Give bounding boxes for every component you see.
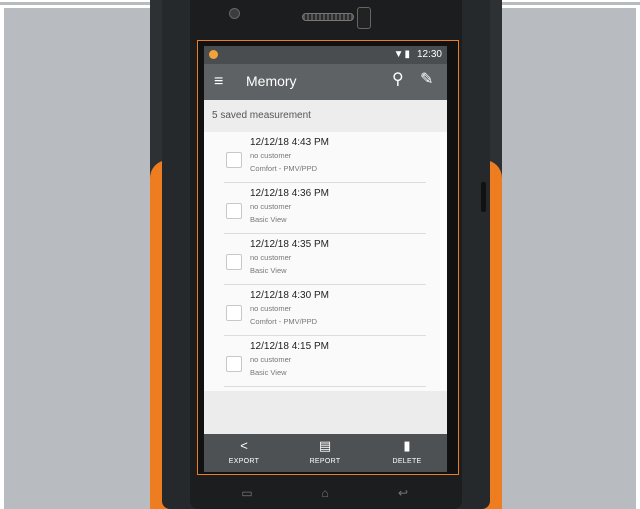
item-view: Basic View <box>250 266 287 275</box>
item-view: Basic View <box>250 368 287 377</box>
item-checkbox[interactable] <box>226 254 242 270</box>
list-empty-area <box>204 391 447 434</box>
report-label: REPORT <box>309 458 341 465</box>
item-date: 12/12/18 4:43 PM <box>250 137 329 148</box>
item-customer: no customer <box>250 355 292 364</box>
delete-label: DELETE <box>392 458 422 465</box>
share-icon: < <box>240 438 248 453</box>
search-icon[interactable]: ⚲ <box>392 70 404 90</box>
home-icon[interactable]: ⌂ <box>310 486 340 500</box>
item-customer: no customer <box>250 202 292 211</box>
delete-button[interactable]: ▮ DELETE <box>377 434 437 472</box>
menu-icon[interactable]: ≡ <box>214 73 230 91</box>
app-bar: ≡ Memory ⚲ ✎ <box>204 64 447 100</box>
list-item[interactable]: 12/12/18 4:15 PM no customer Basic View <box>224 336 426 387</box>
android-nav-bar: ▭ ⌂ ↩ <box>204 481 447 509</box>
notification-icon <box>209 50 218 59</box>
item-view: Comfort - PMV/PPD <box>250 317 318 326</box>
status-time: 12:30 <box>416 49 442 60</box>
list-item[interactable]: 12/12/18 4:30 PM no customer Comfort - P… <box>224 285 426 336</box>
list-item[interactable]: 12/12/18 4:43 PM no customer Comfort - P… <box>224 132 426 183</box>
item-date: 12/12/18 4:36 PM <box>250 188 329 199</box>
item-customer: no customer <box>250 304 292 313</box>
item-checkbox[interactable] <box>226 356 242 372</box>
document-icon: ▤ <box>318 438 332 453</box>
list-count-header: 5 saved measurement <box>204 100 447 132</box>
speaker-grille <box>302 13 354 21</box>
item-view: Basic View <box>250 215 287 224</box>
camera-icon <box>229 8 240 19</box>
item-checkbox[interactable] <box>226 203 242 219</box>
signal-battery-icon: ▼▮ <box>393 49 411 60</box>
report-button[interactable]: ▤ REPORT <box>295 434 355 472</box>
edit-icon[interactable]: ✎ <box>420 70 433 90</box>
screen: ▼▮ 12:30 ≡ Memory ⚲ ✎ 5 saved measuremen… <box>204 46 447 472</box>
sensor <box>357 7 371 29</box>
action-bar: < EXPORT ▤ REPORT ▮ DELETE <box>204 434 447 472</box>
export-label: EXPORT <box>228 458 260 465</box>
item-checkbox[interactable] <box>226 305 242 321</box>
list-item[interactable]: 12/12/18 4:36 PM no customer Basic View <box>224 183 426 234</box>
item-date: 12/12/18 4:15 PM <box>250 341 329 352</box>
item-customer: no customer <box>250 151 292 160</box>
item-date: 12/12/18 4:35 PM <box>250 239 329 250</box>
item-customer: no customer <box>250 253 292 262</box>
export-button[interactable]: < EXPORT <box>214 434 274 472</box>
trash-icon: ▮ <box>403 438 411 453</box>
item-checkbox[interactable] <box>226 152 242 168</box>
back-icon[interactable]: ↩ <box>388 486 418 500</box>
recent-apps-icon[interactable]: ▭ <box>232 486 262 500</box>
page-title: Memory <box>246 73 297 89</box>
side-button[interactable] <box>481 182 486 212</box>
item-view: Comfort - PMV/PPD <box>250 164 318 173</box>
status-bar: ▼▮ 12:30 <box>204 46 447 64</box>
item-date: 12/12/18 4:30 PM <box>250 290 329 301</box>
list-item[interactable]: 12/12/18 4:35 PM no customer Basic View <box>224 234 426 285</box>
